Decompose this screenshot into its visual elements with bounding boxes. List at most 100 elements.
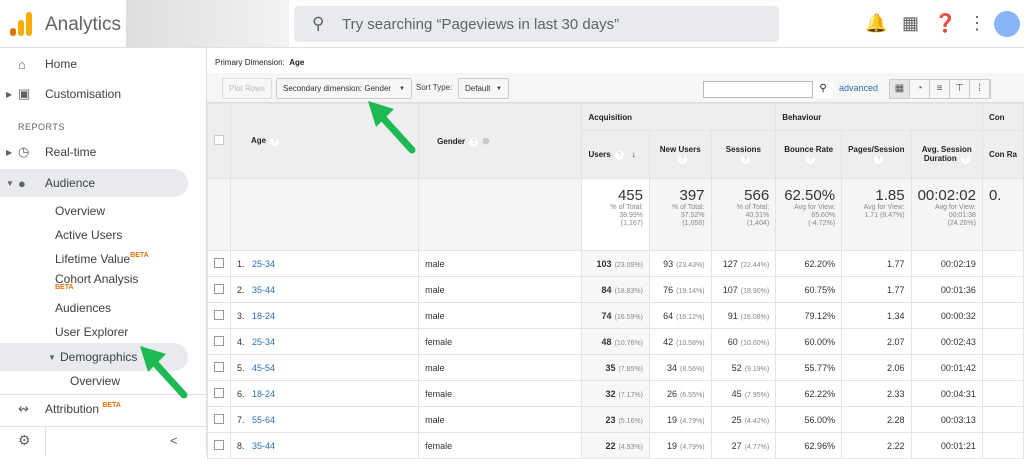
col-pages-session[interactable]: Pages/Session? bbox=[841, 130, 912, 179]
account-selector[interactable] bbox=[126, 0, 289, 47]
comparison-view-icon[interactable]: ⊤ bbox=[950, 80, 970, 98]
collapse-sidebar-icon[interactable]: < bbox=[170, 433, 178, 448]
value: 00:02:02 bbox=[917, 187, 976, 204]
row-number: 5. bbox=[237, 362, 245, 373]
select-all-checkbox[interactable] bbox=[214, 135, 224, 145]
table-view-icon[interactable]: ▦ bbox=[890, 80, 910, 98]
sidebar-item-realtime[interactable]: ▶ ◷ Real-time bbox=[0, 138, 188, 166]
group-conversions: Con bbox=[981, 103, 1024, 131]
total-avg-duration: 00:02:02 Avg for View: 00:01:38 (24.26%) bbox=[910, 178, 983, 251]
sidebar-item-audience[interactable]: ▼ ● Audience bbox=[0, 169, 188, 197]
row-checkbox[interactable] bbox=[214, 283, 224, 294]
cell-avg-duration: 00:00:32 bbox=[910, 302, 983, 329]
sidebar-item-audiences[interactable]: Audiences bbox=[55, 301, 111, 315]
label: Customisation bbox=[45, 87, 122, 101]
table-row: 3. 18-24 male 74 (16.59%) 64 (16.12%) 91 (1… bbox=[207, 302, 1024, 329]
help-icon[interactable]: ? bbox=[873, 155, 883, 164]
col-gender[interactable]: Gender? ⊗ bbox=[418, 103, 583, 179]
cell-bounce-rate: 60.00% bbox=[775, 328, 843, 355]
sidebar-item-cohort-analysis[interactable]: Cohort Analysis BETA bbox=[55, 272, 138, 291]
age-link[interactable]: 55-64 bbox=[252, 415, 275, 425]
value: 107 bbox=[722, 284, 738, 295]
help-icon[interactable]: ? bbox=[677, 155, 687, 164]
sidebar-item-home[interactable]: ⌂ Home bbox=[0, 50, 188, 78]
sidebar-item-demographics-overview[interactable]: Overview bbox=[70, 374, 120, 388]
age-link[interactable]: 25-34 bbox=[252, 337, 275, 347]
cell-gender: male bbox=[418, 354, 583, 381]
help-icon[interactable]: ? bbox=[614, 150, 624, 160]
help-icon[interactable]: ❓ bbox=[934, 13, 956, 34]
help-icon[interactable]: ? bbox=[270, 137, 280, 146]
row-checkbox[interactable] bbox=[214, 309, 224, 320]
percent: (4.79%) bbox=[680, 443, 705, 451]
sidebar-item-lifetime-value[interactable]: Lifetime ValueBETA bbox=[55, 252, 149, 266]
row-checkbox[interactable] bbox=[214, 257, 224, 268]
note: Avg for View: bbox=[794, 204, 836, 211]
term-cloud-view-icon[interactable]: ⁞ bbox=[970, 80, 990, 98]
sidebar-item-user-explorer[interactable]: User Explorer bbox=[55, 325, 128, 339]
primary-dimension-value[interactable]: Age bbox=[289, 58, 304, 67]
col-new-users[interactable]: New Users? bbox=[648, 130, 712, 179]
sort-type-dropdown[interactable]: Default ▼ bbox=[458, 78, 509, 99]
sidebar-item-attribution[interactable]: ↭ Attribution BETA bbox=[0, 394, 207, 422]
label: Lifetime Value bbox=[55, 252, 131, 266]
cell-bounce-rate: 79.12% bbox=[775, 302, 843, 329]
cell-pages-session: 1.77 bbox=[841, 250, 912, 277]
value: 64 bbox=[663, 310, 674, 321]
label: New Users bbox=[659, 145, 701, 154]
value: 84 bbox=[601, 284, 612, 295]
col-avg-duration[interactable]: Avg. Session Duration? bbox=[910, 130, 983, 179]
app-title: Analytics bbox=[45, 14, 122, 35]
plot-rows-button[interactable]: Plot Rows bbox=[222, 78, 273, 99]
avatar[interactable] bbox=[994, 11, 1020, 37]
help-icon[interactable]: ? bbox=[740, 155, 750, 164]
notifications-icon[interactable]: 🔔 bbox=[865, 13, 887, 34]
secondary-dimension-dropdown[interactable]: Secondary dimension: Gender ▼ bbox=[276, 78, 412, 99]
sort-desc-icon[interactable]: ↓ bbox=[632, 150, 636, 159]
total-pages-session: 1.85 Avg for View: 1.71 (8.47%) bbox=[841, 178, 912, 251]
row-checkbox-cell bbox=[207, 354, 231, 381]
help-icon[interactable]: ? bbox=[806, 155, 816, 164]
age-link[interactable]: 35-44 bbox=[252, 441, 275, 451]
age-link[interactable]: 18-24 bbox=[252, 389, 275, 399]
percent: (4.79%) bbox=[680, 417, 705, 425]
percent: (6.55%) bbox=[680, 391, 705, 399]
sidebar-item-overview[interactable]: Overview bbox=[55, 204, 105, 218]
sidebar-item-demographics[interactable]: ▼ Demographics bbox=[0, 343, 188, 371]
col-sessions[interactable]: Sessions? bbox=[710, 130, 777, 179]
apps-grid-icon[interactable]: ▦ bbox=[902, 13, 919, 34]
sidebar-item-customisation[interactable]: ▶ ▣ Customisation bbox=[0, 80, 188, 108]
age-link[interactable]: 35-44 bbox=[252, 285, 275, 295]
beta-badge: BETA bbox=[102, 401, 121, 409]
row-checkbox[interactable] bbox=[214, 439, 224, 450]
value: 93 bbox=[663, 258, 674, 269]
sidebar-item-active-users[interactable]: Active Users bbox=[55, 228, 122, 242]
cell-sessions: 127 (22.44%) bbox=[710, 250, 777, 277]
row-checkbox[interactable] bbox=[214, 361, 224, 372]
row-checkbox[interactable] bbox=[214, 335, 224, 346]
advanced-filter-link[interactable]: advanced bbox=[839, 83, 878, 93]
help-icon[interactable]: ? bbox=[469, 137, 479, 147]
col-users[interactable]: Users? ↓ bbox=[581, 130, 650, 179]
cell-pages-session: 2.06 bbox=[841, 354, 912, 381]
col-age[interactable]: Age? bbox=[229, 103, 420, 179]
percent: (7.85%) bbox=[618, 365, 643, 373]
pie-view-icon[interactable]: ◔ bbox=[910, 80, 930, 98]
more-vert-icon[interactable]: ⋮ bbox=[968, 13, 986, 34]
row-checkbox[interactable] bbox=[214, 387, 224, 398]
row-number: 1. bbox=[237, 258, 245, 269]
age-link[interactable]: 25-34 bbox=[252, 259, 275, 269]
settings-gear-icon[interactable]: ⚙ bbox=[18, 432, 31, 449]
performance-view-icon[interactable]: ≡ bbox=[930, 80, 950, 98]
age-link[interactable]: 18-24 bbox=[252, 311, 275, 321]
table-search-icon[interactable]: ⚲ bbox=[812, 81, 833, 98]
value: 0. bbox=[988, 187, 1002, 204]
age-link[interactable]: 45-54 bbox=[252, 363, 275, 373]
row-checkbox[interactable] bbox=[214, 413, 224, 424]
search-input[interactable]: ⚲ Try searching “Pageviews in last 30 day… bbox=[294, 6, 779, 42]
col-bounce-rate[interactable]: Bounce Rate? bbox=[775, 130, 843, 179]
remove-dimension-icon[interactable]: ⊗ bbox=[482, 136, 490, 146]
analytics-logo[interactable] bbox=[10, 12, 32, 36]
help-icon[interactable]: ? bbox=[960, 155, 970, 164]
col-conversion-rate[interactable]: Con Ra bbox=[981, 130, 1024, 179]
